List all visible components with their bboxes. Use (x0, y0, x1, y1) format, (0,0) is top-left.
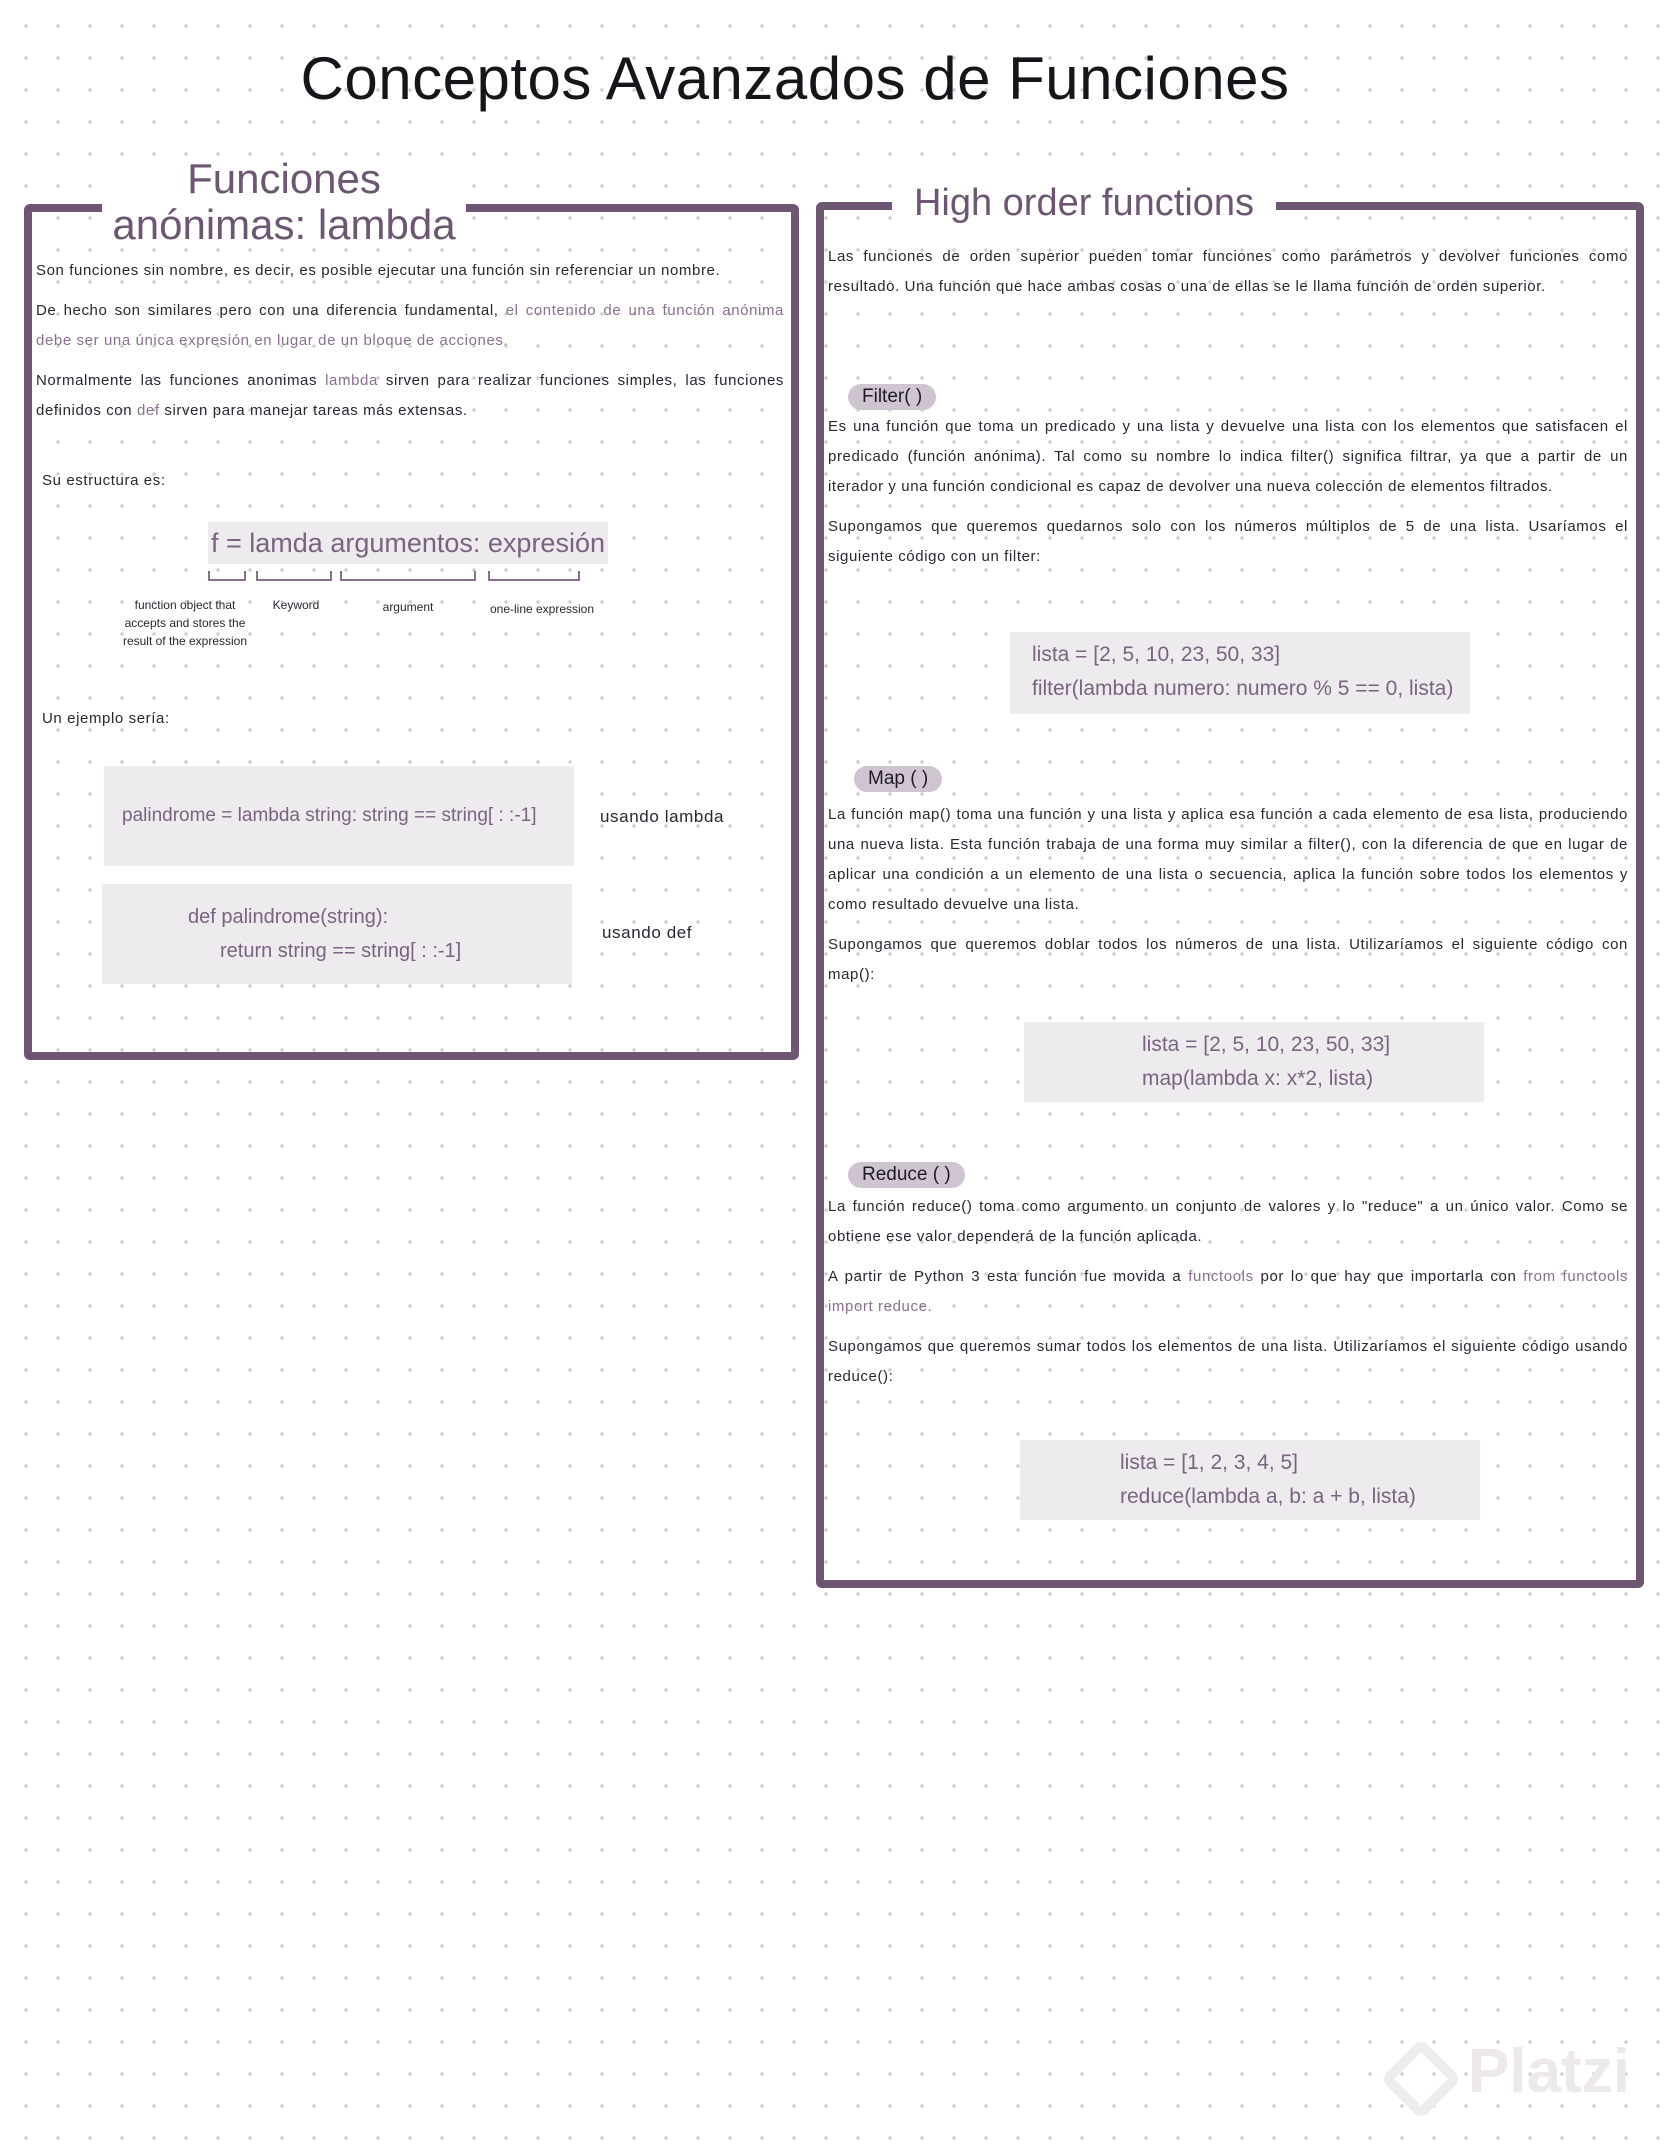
lambda-heading-line1: Funciones (187, 155, 381, 202)
reduce-text: La función reduce() toma como argumento … (828, 1192, 1628, 1402)
reduce-code-line2: reduce(lambda a, b: a + b, lista) (1120, 1485, 1416, 1508)
lambda-p2-text: De hecho son similares pero con una dife… (36, 302, 506, 319)
map-text: La función map() toma una función y una … (828, 800, 1628, 1000)
lambda-p3: Normalmente las funciones anonimas lambd… (36, 366, 784, 426)
map-label: Map ( ) (854, 766, 943, 792)
filter-code-line1: lista = [2, 5, 10, 23, 50, 33] (1032, 643, 1281, 666)
reduce-p3: Supongamos que queremos sumar todos los … (828, 1338, 1628, 1385)
bracket-argument (340, 571, 476, 581)
lambda-body: Son funciones sin nombre, es decir, es p… (36, 256, 784, 436)
lambda-heading: Funciones anónimas: lambda (102, 156, 466, 248)
def-keyword: def (136, 402, 160, 419)
annotation-keyword: Keyword (272, 598, 320, 612)
reduce-code-box: lista = [1, 2, 3, 4, 5] reduce(lambda a,… (1020, 1440, 1480, 1520)
filter-p1: Es una función que toma un predicado y u… (828, 418, 1628, 495)
lambda-p3-text-c: sirven para manejar tareas más extensas. (159, 402, 468, 419)
map-code-box: lista = [2, 5, 10, 23, 50, 33] map(lambd… (1024, 1022, 1484, 1102)
estructura-label: Su estructura es: (42, 472, 166, 489)
lambda-p1: Son funciones sin nombre, es decir, es p… (36, 262, 721, 279)
platzi-watermark: Platzi (1468, 2037, 1630, 2106)
syntax-box: f = lamda argumentos: expresión (208, 522, 608, 564)
high-order-body: Las funciones de orden superior pueden t… (828, 242, 1628, 312)
map-code-line2: map(lambda x: x*2, lista) (1142, 1067, 1374, 1090)
label-usando-lambda: usando lambda (600, 807, 725, 826)
reduce-p2-text-b: por lo que hay que importarla con (1253, 1268, 1524, 1285)
filter-code-line2: filter(lambda numero: numero % 5 == 0, l… (1032, 677, 1454, 700)
filter-p2: Supongamos que queremos quedarnos solo c… (828, 518, 1628, 565)
functools-keyword: functools (1188, 1268, 1254, 1285)
code-def-line1: def palindrome(string): (188, 906, 389, 928)
annotation-function-object: function object that accepts and stores … (122, 598, 248, 648)
code-def-box: def palindrome(string): return string ==… (102, 884, 572, 984)
code-def-line2: return string == string[ : :-1] (220, 940, 462, 962)
lambda-heading-line2: anónimas: lambda (112, 201, 456, 248)
map-p1: La función map() toma una función y una … (828, 806, 1628, 913)
bracket-f (208, 571, 246, 581)
reduce-p2: A partir de Python 3 esta función fue mo… (828, 1262, 1628, 1322)
platzi-logo-icon (1379, 2037, 1463, 2121)
reduce-p2-text-a: A partir de Python 3 esta función fue mo… (828, 1268, 1189, 1285)
ejemplo-label: Un ejemplo sería: (42, 710, 170, 727)
lambda-p2: De hecho son similares pero con una dife… (36, 296, 784, 356)
page-title: Conceptos Avanzados de Funciones (300, 45, 1290, 112)
lambda-p3-text-a: Normalmente las funciones anonimas (36, 372, 326, 389)
bracket-expression (488, 571, 580, 581)
filter-text: Es una función que toma un predicado y u… (828, 412, 1628, 582)
filter-code-box: lista = [2, 5, 10, 23, 50, 33] filter(la… (1010, 632, 1470, 714)
reduce-code-line1: lista = [1, 2, 3, 4, 5] (1120, 1451, 1299, 1474)
annotation-expression: one-line expression (489, 602, 595, 616)
lambda-keyword: lambda (325, 372, 378, 389)
map-p2: Supongamos que queremos doblar todos los… (828, 936, 1628, 983)
filter-label: Filter( ) (848, 384, 937, 410)
label-usando-def: usando def (602, 923, 693, 942)
reduce-label: Reduce ( ) (848, 1162, 965, 1188)
reduce-p1: La función reduce() toma como argumento … (828, 1198, 1628, 1245)
high-order-heading: High order functions (892, 180, 1276, 226)
code-lambda-box: palindrome = lambda string: string == st… (104, 766, 574, 866)
bracket-keyword (256, 571, 332, 581)
high-order-intro: Las funciones de orden superior pueden t… (828, 248, 1628, 295)
annotation-argument: argument (382, 600, 434, 614)
map-code-line1: lista = [2, 5, 10, 23, 50, 33] (1142, 1033, 1391, 1056)
